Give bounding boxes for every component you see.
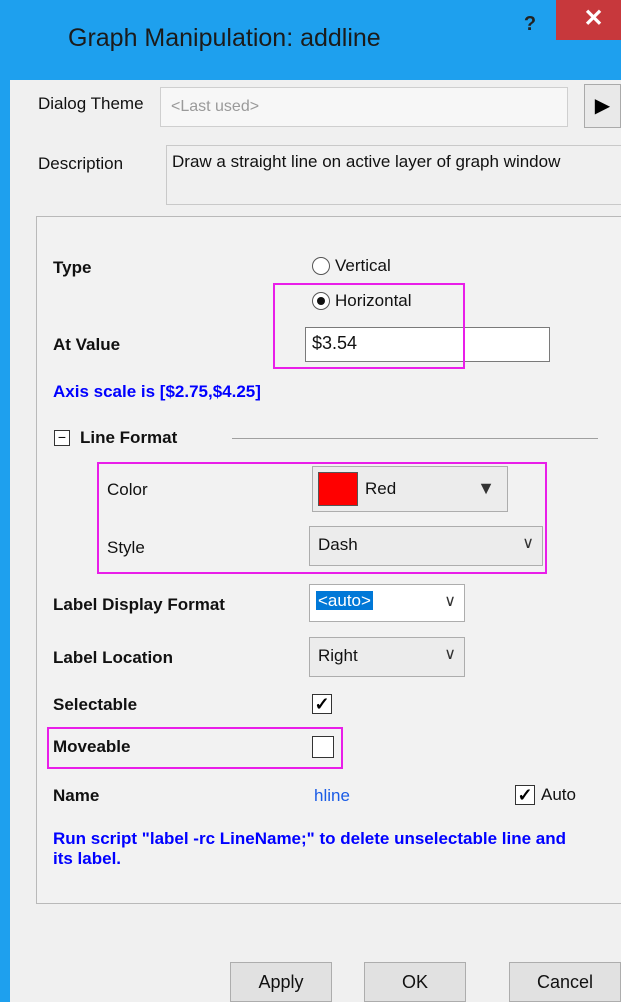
title-bar: Graph Manipulation: addline ? ✕ bbox=[10, 0, 621, 80]
script-note: Run script "label -rc LineName;" to dele… bbox=[53, 829, 567, 868]
label-location-combo[interactable]: Right ∨ bbox=[309, 637, 465, 677]
label-display-format-combo[interactable]: <auto> ∨ bbox=[309, 584, 465, 622]
name-label: Name bbox=[53, 786, 100, 805]
close-button[interactable]: ✕ bbox=[556, 0, 621, 40]
highlight-type-value bbox=[273, 283, 465, 369]
label-location-label: Label Location bbox=[53, 648, 173, 667]
theme-menu-button[interactable]: ▶ bbox=[584, 84, 621, 128]
line-format-separator bbox=[232, 438, 598, 439]
auto-checkbox[interactable]: ✓ bbox=[515, 785, 535, 805]
selectable-label: Selectable bbox=[53, 695, 138, 714]
window-title: Graph Manipulation: addline bbox=[68, 24, 381, 52]
selectable-checkbox[interactable]: ✓ bbox=[312, 694, 332, 714]
at-value-label: At Value bbox=[53, 335, 121, 354]
highlight-line-format bbox=[97, 462, 547, 574]
chevron-down-icon: ∨ bbox=[444, 593, 456, 610]
dialog-theme-combo[interactable]: <Last used> bbox=[160, 87, 568, 127]
description-text: Draw a straight line on active layer of … bbox=[166, 145, 621, 205]
label-display-format-value: <auto> bbox=[316, 591, 373, 610]
apply-button[interactable]: Apply bbox=[230, 962, 332, 1002]
line-format-header: Line Format bbox=[80, 428, 178, 447]
highlight-moveable bbox=[47, 727, 343, 769]
help-button[interactable]: ? bbox=[510, 6, 550, 42]
type-label: Type bbox=[53, 258, 92, 277]
vertical-radio-label: Vertical bbox=[335, 256, 391, 275]
name-value[interactable]: hline bbox=[314, 786, 350, 806]
window-frame-left bbox=[0, 0, 10, 1002]
ok-button[interactable]: OK bbox=[364, 962, 466, 1002]
dialog-theme-label: Dialog Theme bbox=[38, 94, 144, 113]
collapse-icon[interactable]: − bbox=[54, 430, 70, 446]
description-label: Description bbox=[38, 154, 124, 173]
auto-label: Auto bbox=[541, 785, 576, 804]
chevron-down-icon: ∨ bbox=[444, 646, 456, 663]
vertical-radio[interactable] bbox=[312, 257, 330, 275]
play-arrow-icon: ▶ bbox=[594, 95, 611, 117]
axis-scale-note: Axis scale is [$2.75,$4.25] bbox=[53, 382, 261, 401]
label-display-format-label: Label Display Format bbox=[53, 595, 225, 614]
label-location-value: Right bbox=[318, 646, 358, 665]
cancel-button[interactable]: Cancel bbox=[509, 962, 621, 1002]
